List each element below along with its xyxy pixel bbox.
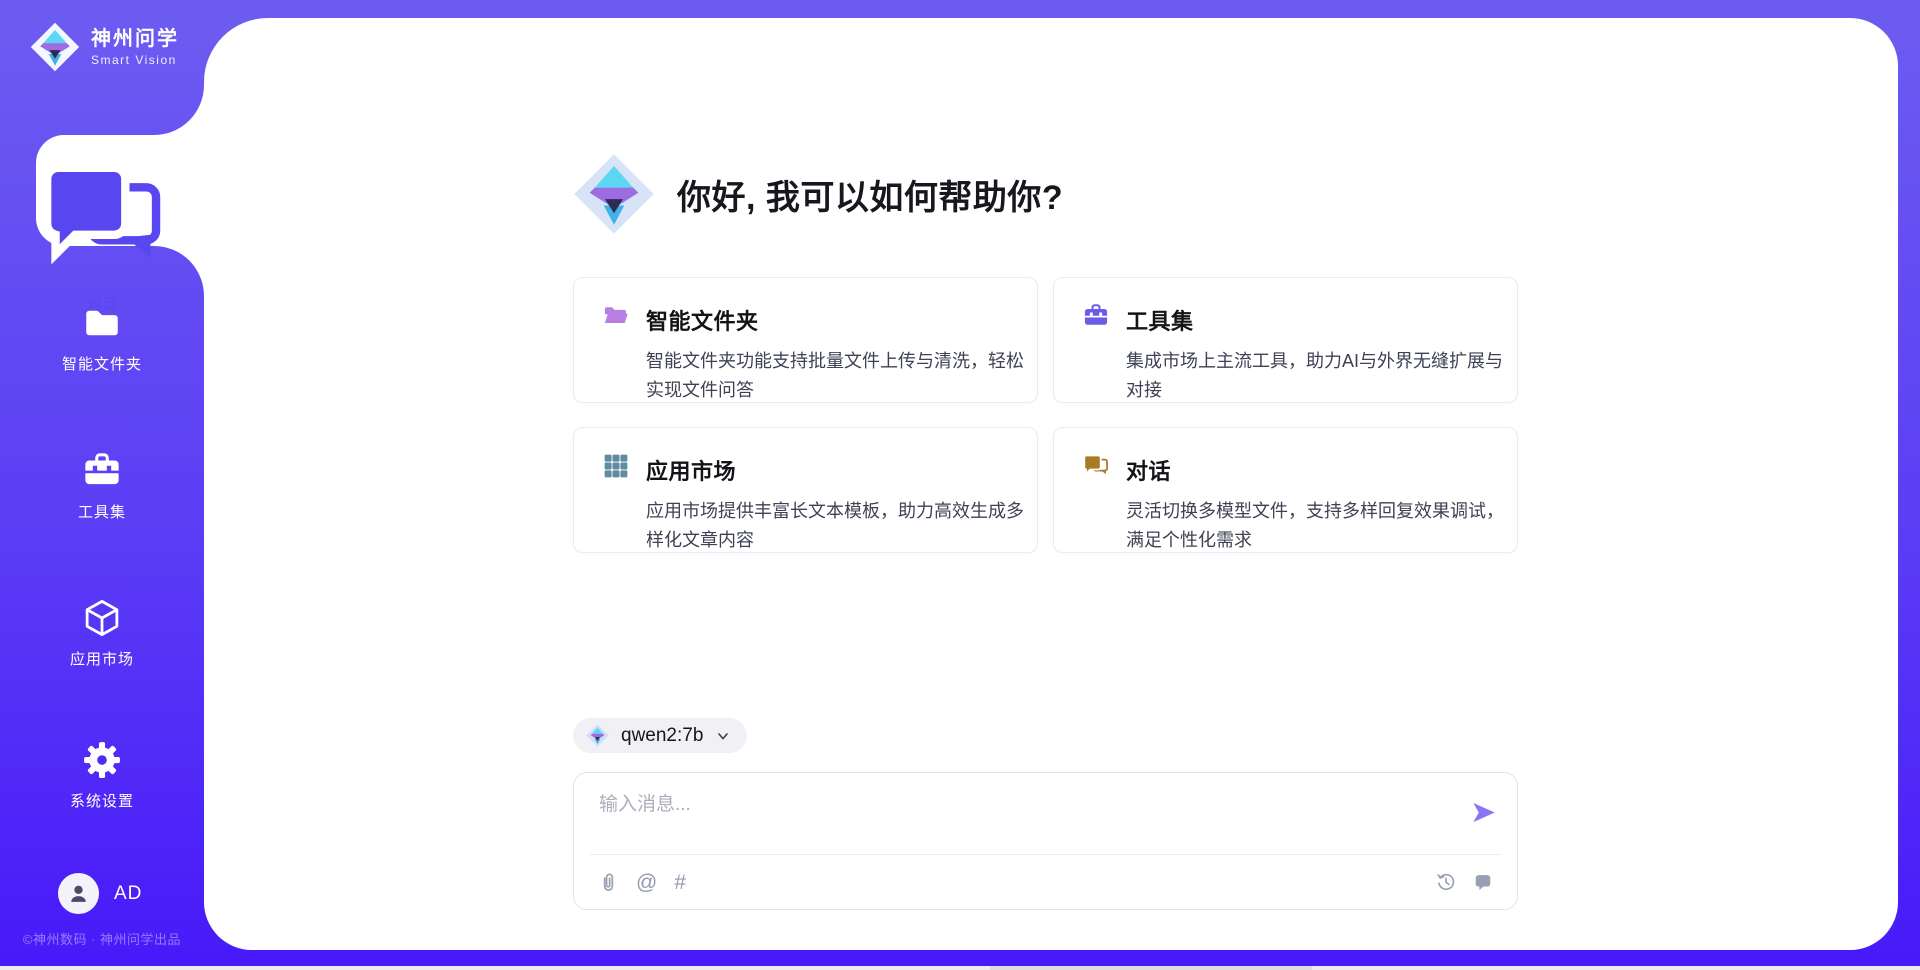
- tab-fillet-top: [154, 85, 204, 135]
- user-profile[interactable]: AD: [58, 873, 142, 914]
- card-text: 智能文件夹 智能文件夹功能支持批量文件上传与清洗，轻松实现文件问答: [646, 304, 1028, 402]
- model-selector[interactable]: qwen2:7b: [573, 718, 747, 753]
- brand-logo-icon: [30, 22, 80, 72]
- card-chat[interactable]: 对话 灵活切换多模型文件，支持多样回复效果调试，满足个性化需求: [1053, 427, 1518, 553]
- sidebar-item-label: 系统设置: [70, 790, 134, 811]
- card-description: 智能文件夹功能支持批量文件上传与清洗，轻松实现文件问答: [646, 347, 1028, 405]
- card-title: 智能文件夹: [646, 304, 1028, 336]
- card-description: 应用市场提供丰富长文本模板，助力高效生成多样化文章内容: [646, 497, 1028, 555]
- model-logo-icon: [586, 724, 609, 747]
- feature-cards: 智能文件夹 智能文件夹功能支持批量文件上传与清洗，轻松实现文件问答 工具集 集成…: [573, 277, 1518, 553]
- composer-toolbar: @ #: [574, 855, 1517, 909]
- model-name: qwen2:7b: [621, 725, 703, 747]
- history-icon[interactable]: [1436, 872, 1456, 892]
- sidebar-item-label: 智能文件夹: [62, 353, 142, 374]
- grid-icon: [602, 452, 630, 480]
- mention-icon[interactable]: @: [636, 872, 657, 893]
- toolbox-icon: [81, 450, 123, 492]
- card-smart-folder[interactable]: 智能文件夹 智能文件夹功能支持批量文件上传与清洗，轻松实现文件问答: [573, 277, 1038, 403]
- cube-icon: [81, 597, 123, 639]
- attachment-icon[interactable]: [598, 872, 619, 893]
- brand-name: 神州问学: [91, 27, 179, 51]
- gear-icon: [81, 739, 123, 781]
- sidebar-item-chat[interactable]: 对话: [36, 135, 208, 246]
- greeting-title: 你好, 我可以如何帮助你?: [677, 170, 1063, 219]
- card-description: 灵活切换多模型文件，支持多样回复效果调试，满足个性化需求: [1126, 497, 1508, 555]
- card-toolset[interactable]: 工具集 集成市场上主流工具，助力AI与外界无缝扩展与对接: [1053, 277, 1518, 403]
- app-logo-icon: [573, 153, 655, 235]
- person-icon: [66, 881, 91, 906]
- horizontal-scrollbar-thumb[interactable]: [990, 966, 1312, 970]
- greeting: 你好, 我可以如何帮助你?: [573, 153, 1063, 235]
- message-input[interactable]: [574, 773, 1459, 851]
- card-title: 对话: [1126, 454, 1508, 486]
- card-description: 集成市场上主流工具，助力AI与外界无缝扩展与对接: [1126, 347, 1508, 405]
- chat-icon: [36, 151, 170, 285]
- toolbox-icon: [1082, 302, 1110, 330]
- send-icon[interactable]: [1470, 799, 1497, 826]
- app-root: { "brand": { "name": "神州问学", "subtitle":…: [0, 0, 1920, 970]
- main-panel: 你好, 我可以如何帮助你? 智能文件夹 智能文件夹功能支持批量文件上传与清洗，轻…: [204, 18, 1898, 950]
- folder-open-icon: [602, 302, 630, 330]
- sidebar: 神州问学 Smart Vision 对话 智能文件夹 工具集: [0, 0, 204, 970]
- horizontal-scrollbar[interactable]: [0, 966, 1920, 970]
- sidebar-item-toolset[interactable]: 工具集: [0, 450, 204, 522]
- chat-icon: [1082, 452, 1110, 480]
- brand-text: 神州问学 Smart Vision: [91, 27, 179, 67]
- sidebar-item-label: 工具集: [78, 501, 126, 522]
- avatar: [58, 873, 99, 914]
- card-title: 应用市场: [646, 454, 1028, 486]
- card-app-market[interactable]: 应用市场 应用市场提供丰富长文本模板，助力高效生成多样化文章内容: [573, 427, 1038, 553]
- chevron-down-icon: [715, 728, 731, 744]
- sidebar-item-label: 应用市场: [70, 648, 134, 669]
- user-name: AD: [114, 883, 142, 905]
- card-text: 工具集 集成市场上主流工具，助力AI与外界无缝扩展与对接: [1126, 304, 1508, 402]
- sidebar-item-settings[interactable]: 系统设置: [0, 739, 204, 811]
- sidebar-item-label: 对话: [87, 293, 119, 314]
- copyright-text: ©神州数码 · 神州问学出品: [0, 929, 204, 948]
- sidebar-item-chat-content: 对话: [36, 151, 208, 314]
- topic-icon[interactable]: #: [674, 872, 686, 893]
- message-composer: @ #: [573, 772, 1518, 910]
- chat-bubble-icon[interactable]: [1473, 872, 1493, 892]
- sidebar-item-app-market[interactable]: 应用市场: [0, 597, 204, 669]
- card-title: 工具集: [1126, 304, 1508, 336]
- card-text: 应用市场 应用市场提供丰富长文本模板，助力高效生成多样化文章内容: [646, 454, 1028, 552]
- card-text: 对话 灵活切换多模型文件，支持多样回复效果调试，满足个性化需求: [1126, 454, 1508, 552]
- brand-subtitle: Smart Vision: [91, 53, 179, 67]
- brand: 神州问学 Smart Vision: [30, 22, 179, 72]
